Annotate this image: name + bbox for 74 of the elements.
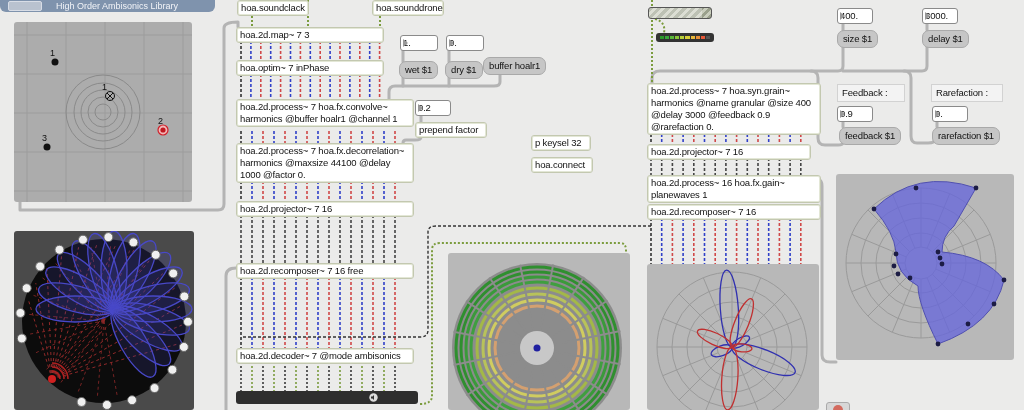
comment-label: Rarefaction : xyxy=(931,84,1003,102)
source-dot[interactable] xyxy=(51,58,59,66)
patch-cord xyxy=(778,157,781,176)
object-box: hoa.2d.decoder~ 7 @mode ambisonics xyxy=(236,348,414,364)
patch-cord xyxy=(767,157,770,176)
object-box: hoa.2d.map~ 7 3 xyxy=(236,27,384,43)
object-box: p keysel 32 xyxy=(531,135,591,151)
object-box: hoa.2d.process~ 7 hoa.fx.decorrelation~ harmonics @maxsize 44100 @delay 1000 @factor 0. xyxy=(236,143,414,183)
audio-toggle-bar[interactable] xyxy=(236,391,418,404)
number-field[interactable]: 3000. xyxy=(922,8,958,24)
patch-cord xyxy=(378,73,381,100)
message-button[interactable]: delay $1 xyxy=(922,30,969,48)
object-box: hoa.2d.recomposer~ 7 16 free xyxy=(236,263,414,279)
patch-cord xyxy=(778,217,781,265)
patch-cord xyxy=(279,40,282,61)
patch-cord xyxy=(299,40,302,61)
source-label: 3 xyxy=(42,133,47,143)
patch-cord xyxy=(378,40,381,61)
object-box: prepend factor xyxy=(415,122,487,138)
source-label: 2 xyxy=(158,116,163,126)
triangle-icon xyxy=(925,12,930,20)
object-box: hoa.2d.projector~ 7 16 xyxy=(236,201,414,217)
patch-cord xyxy=(735,217,738,265)
triangle-icon xyxy=(840,110,845,118)
patch-cord xyxy=(703,157,706,176)
patch-cord xyxy=(746,217,749,265)
patch-cord xyxy=(279,73,282,100)
group-label: 1 xyxy=(102,82,107,92)
patch-cord xyxy=(703,217,706,265)
speaker-icon xyxy=(369,393,378,402)
message-button[interactable]: wet $1 xyxy=(399,61,439,79)
patch-cord xyxy=(289,73,292,100)
group-marker-icon[interactable] xyxy=(105,91,115,101)
patch-cord xyxy=(269,40,272,61)
triangle-icon xyxy=(840,12,845,20)
triangle-icon xyxy=(403,39,408,47)
message-button[interactable]: rarefaction $1 xyxy=(932,127,1000,145)
patch-cord xyxy=(368,73,371,100)
patch-cord xyxy=(660,217,663,265)
source-label: 1 xyxy=(50,48,55,58)
patch-cord xyxy=(309,40,312,61)
object-box: hoa.2d.process~ 7 hoa.fx.convolve~ harmonics @buffer hoalr1 @channel 1 xyxy=(236,99,414,127)
object-box: hoa.2d.projector~ 7 16 xyxy=(647,144,811,160)
patch-cord xyxy=(746,157,749,176)
patch-cord xyxy=(671,217,674,265)
patch-cord xyxy=(269,73,272,100)
patch-cord xyxy=(660,157,663,176)
object-box: hoa.2d.process~ 16 hoa.fx.gain~ planewaves 1 xyxy=(647,175,821,203)
triangle-icon xyxy=(418,104,423,112)
message-button[interactable]: size $1 xyxy=(837,30,879,48)
patch-cord xyxy=(368,40,371,61)
selected-source-dot[interactable] xyxy=(157,124,169,136)
message-button[interactable]: feedback $1 xyxy=(839,127,902,145)
object-box: hoa.2d.recomposer~ 7 16 xyxy=(647,204,821,220)
patch-cord xyxy=(309,73,312,100)
object-box: hoa.soundclack xyxy=(237,0,309,16)
library-title: High Order Ambisonics Library xyxy=(56,0,179,12)
message-button[interactable]: dry $1 xyxy=(445,61,483,79)
gain-slider[interactable] xyxy=(648,7,712,19)
comment-label: Feedback : xyxy=(837,84,905,102)
triangle-icon xyxy=(449,39,454,47)
patch-cord xyxy=(299,73,302,100)
patch-cord xyxy=(671,157,674,176)
triangle-icon xyxy=(935,110,940,118)
message-button[interactable]: buffer hoalr1 xyxy=(483,57,547,75)
patch-cord xyxy=(735,157,738,176)
patch-cord xyxy=(767,217,770,265)
patch-cord xyxy=(289,40,292,61)
level-meter xyxy=(656,33,714,42)
object-box: hoa.connect xyxy=(531,157,593,173)
object-box: hoa.2d.process~ 7 hoa.syn.grain~ harmonics @name granular @size 400 @delay 3000 @feedback 0.9 @rarefaction 0. xyxy=(647,83,821,135)
object-box: hoa.optim~ 7 inPhase xyxy=(236,60,384,76)
object-box: hoa.sounddrone xyxy=(372,0,444,16)
source-dot[interactable] xyxy=(43,143,51,151)
